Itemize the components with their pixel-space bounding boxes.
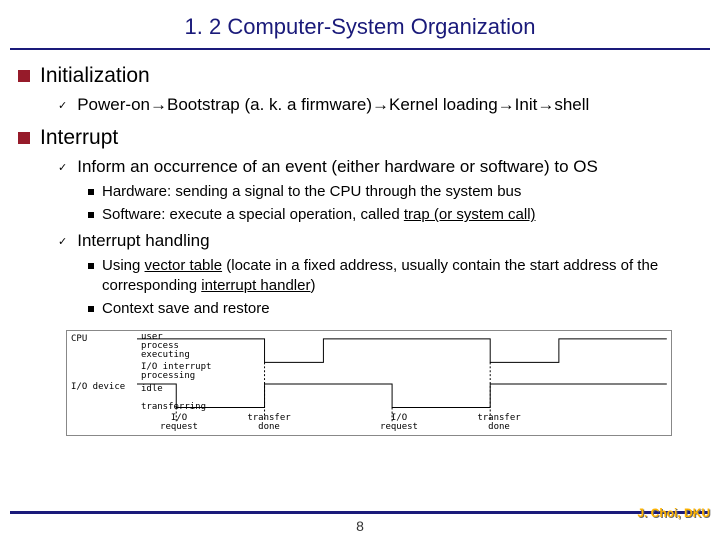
sub-item-text: Using vector table (locate in a fixed ad…: [102, 256, 702, 297]
list-item-text: Interrupt handling: [77, 230, 209, 252]
page-number: 8: [0, 518, 720, 534]
diagram-event-label: I/O request: [375, 414, 423, 433]
diagram-state-label: transferring: [141, 403, 206, 412]
check-icon: ✓: [58, 235, 67, 248]
list-item: ✓ Power-on→Bootstrap (a. k. a firmware)→…: [58, 94, 702, 116]
diagram-event-label: transfer done: [475, 414, 523, 433]
diagram-state-label: I/O interrupt processing: [141, 363, 211, 382]
small-square-bullet-icon: [88, 189, 94, 195]
section-heading: Initialization: [18, 64, 702, 88]
sub-item: Context save and restore: [88, 299, 702, 319]
diagram-state-label: user process executing: [141, 333, 190, 361]
diagram-state-label: idle: [141, 385, 163, 394]
section-heading-text: Interrupt: [40, 126, 118, 150]
small-square-bullet-icon: [88, 212, 94, 218]
sub-item: Using vector table (locate in a fixed ad…: [88, 256, 702, 297]
title-rule: [10, 48, 710, 50]
check-icon: ✓: [58, 99, 67, 112]
credit-text: J. Choi, DKU: [637, 506, 710, 520]
list-item-text: Power-on→Bootstrap (a. k. a firmware)→Ke…: [77, 94, 589, 116]
diagram-event-label: transfer done: [245, 414, 293, 433]
slide-title: 1. 2 Computer-System Organization: [0, 0, 720, 48]
sub-item-text: Context save and restore: [102, 299, 270, 319]
sub-item: Hardware: sending a signal to the CPU th…: [88, 182, 702, 202]
section-heading-text: Initialization: [40, 64, 150, 88]
check-icon: ✓: [58, 161, 67, 174]
diagram-row-label: CPU: [71, 335, 87, 344]
section-heading: Interrupt: [18, 126, 702, 150]
square-bullet-icon: [18, 132, 30, 144]
square-bullet-icon: [18, 70, 30, 82]
timing-diagram: CPU I/O device user process executing I/…: [66, 330, 672, 436]
footer-rule: [10, 511, 710, 514]
sub-item: Software: execute a special operation, c…: [88, 205, 702, 225]
sub-item-text: Software: execute a special operation, c…: [102, 205, 536, 225]
small-square-bullet-icon: [88, 263, 94, 269]
list-item: ✓ Interrupt handling: [58, 230, 702, 252]
list-item: ✓ Inform an occurrence of an event (eith…: [58, 156, 702, 178]
content-area: Initialization ✓ Power-on→Bootstrap (a. …: [0, 64, 720, 436]
sub-item-text: Hardware: sending a signal to the CPU th…: [102, 182, 521, 202]
small-square-bullet-icon: [88, 306, 94, 312]
diagram-event-label: I/O request: [155, 414, 203, 433]
diagram-row-label: I/O device: [71, 383, 125, 392]
list-item-text: Inform an occurrence of an event (either…: [77, 156, 598, 178]
